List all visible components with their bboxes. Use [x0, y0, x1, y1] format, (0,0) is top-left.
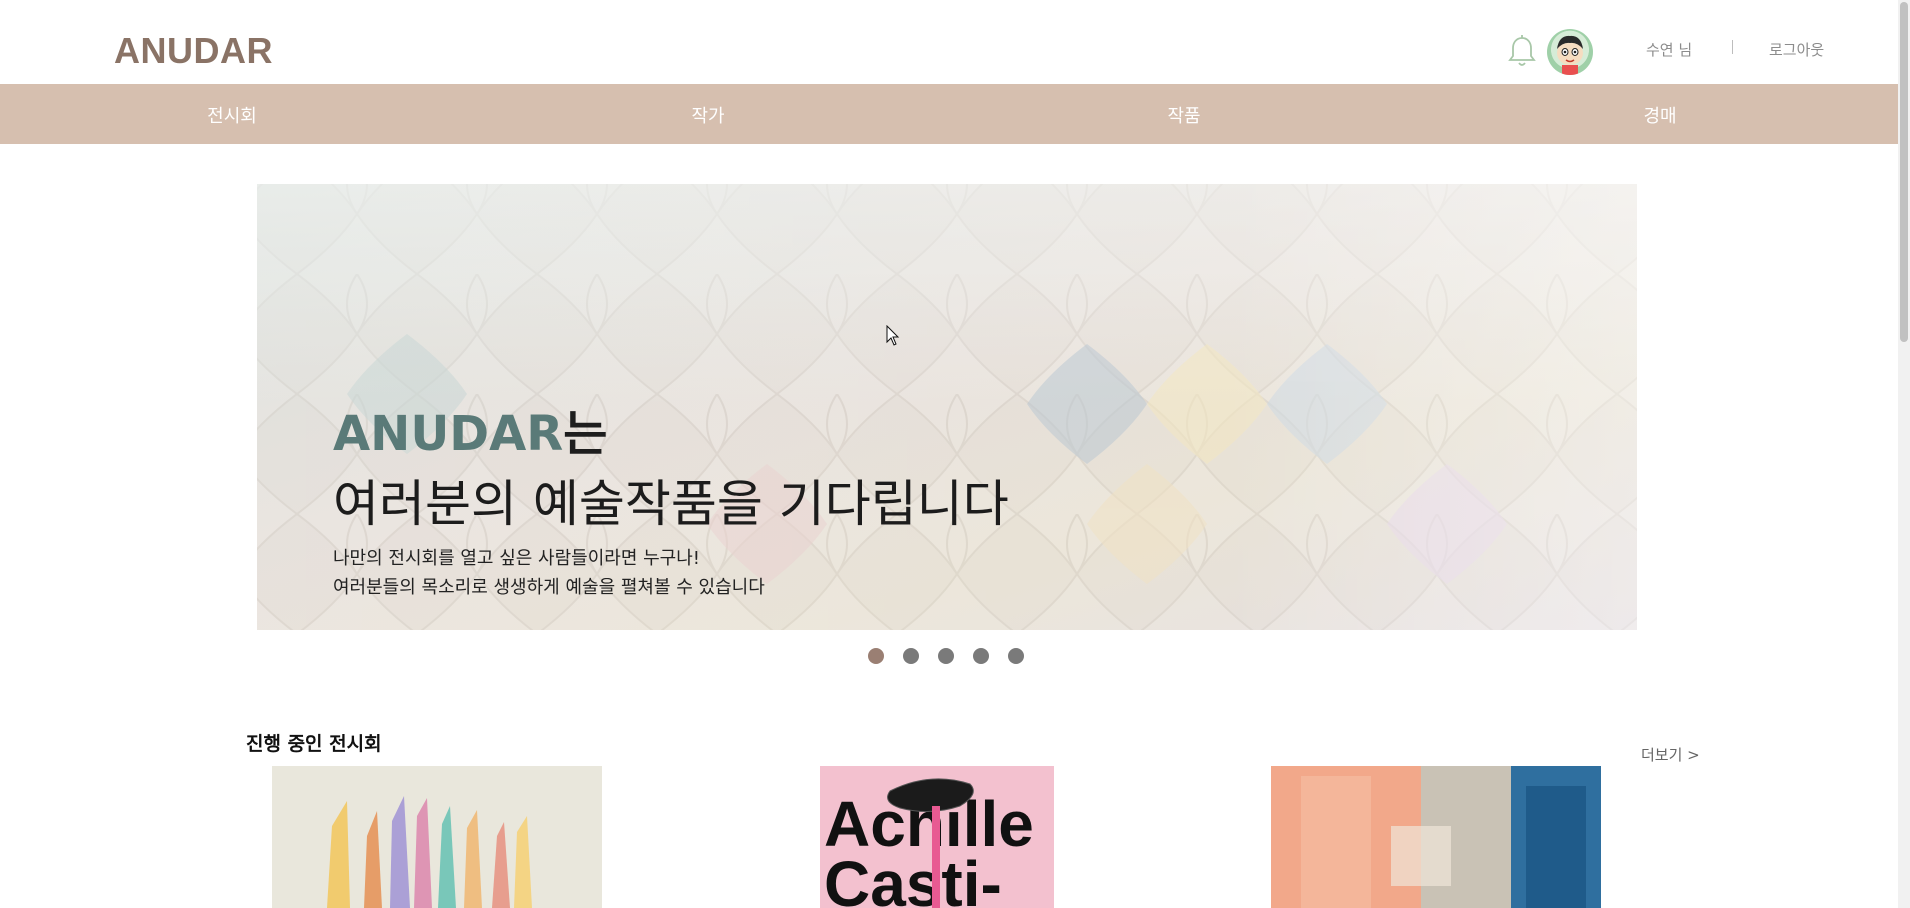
mouse-cursor-icon [886, 325, 900, 346]
banner-brand: ANUDAR [333, 406, 564, 462]
exhibition-card[interactable]: Achille Casti- [820, 766, 1054, 908]
site-header: ANUDAR 수연 님 로그아웃 [0, 0, 1898, 84]
header-divider [1732, 40, 1733, 54]
carousel-dot-5[interactable] [1008, 648, 1024, 664]
exhibition-image [1271, 766, 1601, 908]
main-nav: 전시회 작가 작품 경매 [0, 84, 1898, 144]
carousel-dot-3[interactable] [938, 648, 954, 664]
exhibition-image [272, 766, 602, 908]
poster-text-line2: Casti- [824, 848, 1002, 908]
avatar-character-icon [1557, 35, 1583, 75]
section-title: 진행 중인 전시회 [246, 733, 382, 755]
nav-item-artwork[interactable]: 작품 [1167, 102, 1200, 128]
carousel-dot-2[interactable] [903, 648, 919, 664]
scrollbar-thumb[interactable] [1900, 2, 1908, 342]
exhibition-card[interactable] [1271, 766, 1601, 908]
banner-title-suffix: 는 [563, 406, 608, 462]
banner-headline: 여러분의 예술작품을 기다립니다 [333, 475, 1009, 533]
carousel-dot-4[interactable] [973, 648, 989, 664]
nav-item-auction[interactable]: 경매 [1643, 102, 1676, 128]
nav-item-exhibition[interactable]: 전시회 [207, 102, 257, 128]
bell-icon[interactable] [1506, 34, 1538, 70]
exhibition-card[interactable] [272, 766, 602, 908]
logout-link[interactable]: 로그아웃 [1769, 39, 1824, 60]
banner-subtitle-line: 나만의 전시회를 열고 싶은 사람들이라면 누구나! [333, 548, 701, 569]
site-logo[interactable]: ANUDAR [114, 30, 273, 72]
nav-item-artist[interactable]: 작가 [691, 102, 724, 128]
banner-subtitle: 나만의 전시회를 열고 싶은 사람들이라면 누구나! 여러분들의 목소리로 생생… [333, 544, 765, 602]
carousel-dot-1[interactable] [868, 648, 884, 664]
user-name: 수연 님 [1646, 41, 1693, 59]
banner-title: ANUDAR는 [333, 394, 607, 464]
exhibition-poster: Achille Casti- [820, 766, 1054, 908]
banner-subtitle-line: 여러분들의 목소리로 생생하게 예술을 펼쳐볼 수 있습니다 [333, 577, 765, 598]
hero-banner[interactable]: ANUDAR는 여러분의 예술작품을 기다립니다 나만의 전시회를 열고 싶은 … [257, 184, 1637, 630]
page-scrollbar[interactable] [1898, 0, 1910, 908]
user-avatar[interactable] [1547, 29, 1593, 75]
more-link[interactable]: 더보기 > [1641, 744, 1700, 765]
